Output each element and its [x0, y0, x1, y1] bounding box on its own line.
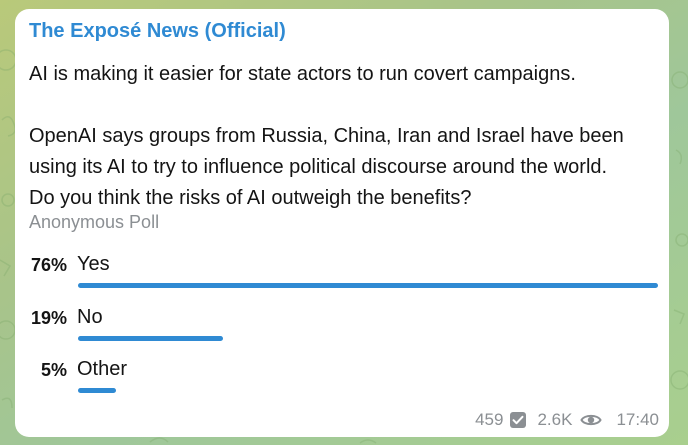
message-bubble: The Exposé News (Official) AI is making …: [15, 9, 669, 437]
vote-count: 459: [475, 410, 504, 429]
channel-name[interactable]: The Exposé News (Official): [29, 20, 286, 43]
eye-icon: [580, 412, 603, 428]
poll-option-percent: 76%: [30, 255, 67, 275]
poll-result-bar: [78, 336, 223, 341]
message-meta: 459 2.6K 17:40: [475, 410, 659, 430]
poll-result-bar: [78, 388, 116, 393]
poll-option-percent: 19%: [30, 308, 67, 328]
checkbox-icon: [509, 411, 527, 429]
poll-option-yes[interactable]: 76% Yes: [15, 253, 669, 299]
poll-type-label: Anonymous Poll: [29, 212, 160, 232]
message-line: AI is making it easier for state actors …: [29, 63, 576, 85]
message-line: OpenAI says groups from Russia, China, I…: [29, 125, 624, 147]
poll-option-percent: 5%: [40, 360, 67, 380]
poll-option-no[interactable]: 19% No: [15, 306, 669, 352]
view-count: 2.6K: [537, 410, 573, 429]
message-text: AI is making it easier for state actors …: [29, 59, 659, 214]
poll-option-other[interactable]: 5% Other: [15, 358, 669, 404]
poll-option-label: Other: [77, 358, 128, 380]
poll-option-label: Yes: [77, 253, 110, 275]
message-time: 17:40: [616, 410, 659, 429]
poll-option-label: No: [77, 306, 103, 328]
poll-result-bar: [78, 283, 658, 288]
message-line: Do you think the risks of AI outweigh th…: [29, 187, 472, 209]
message-line: using its AI to try to influence politic…: [29, 156, 608, 178]
